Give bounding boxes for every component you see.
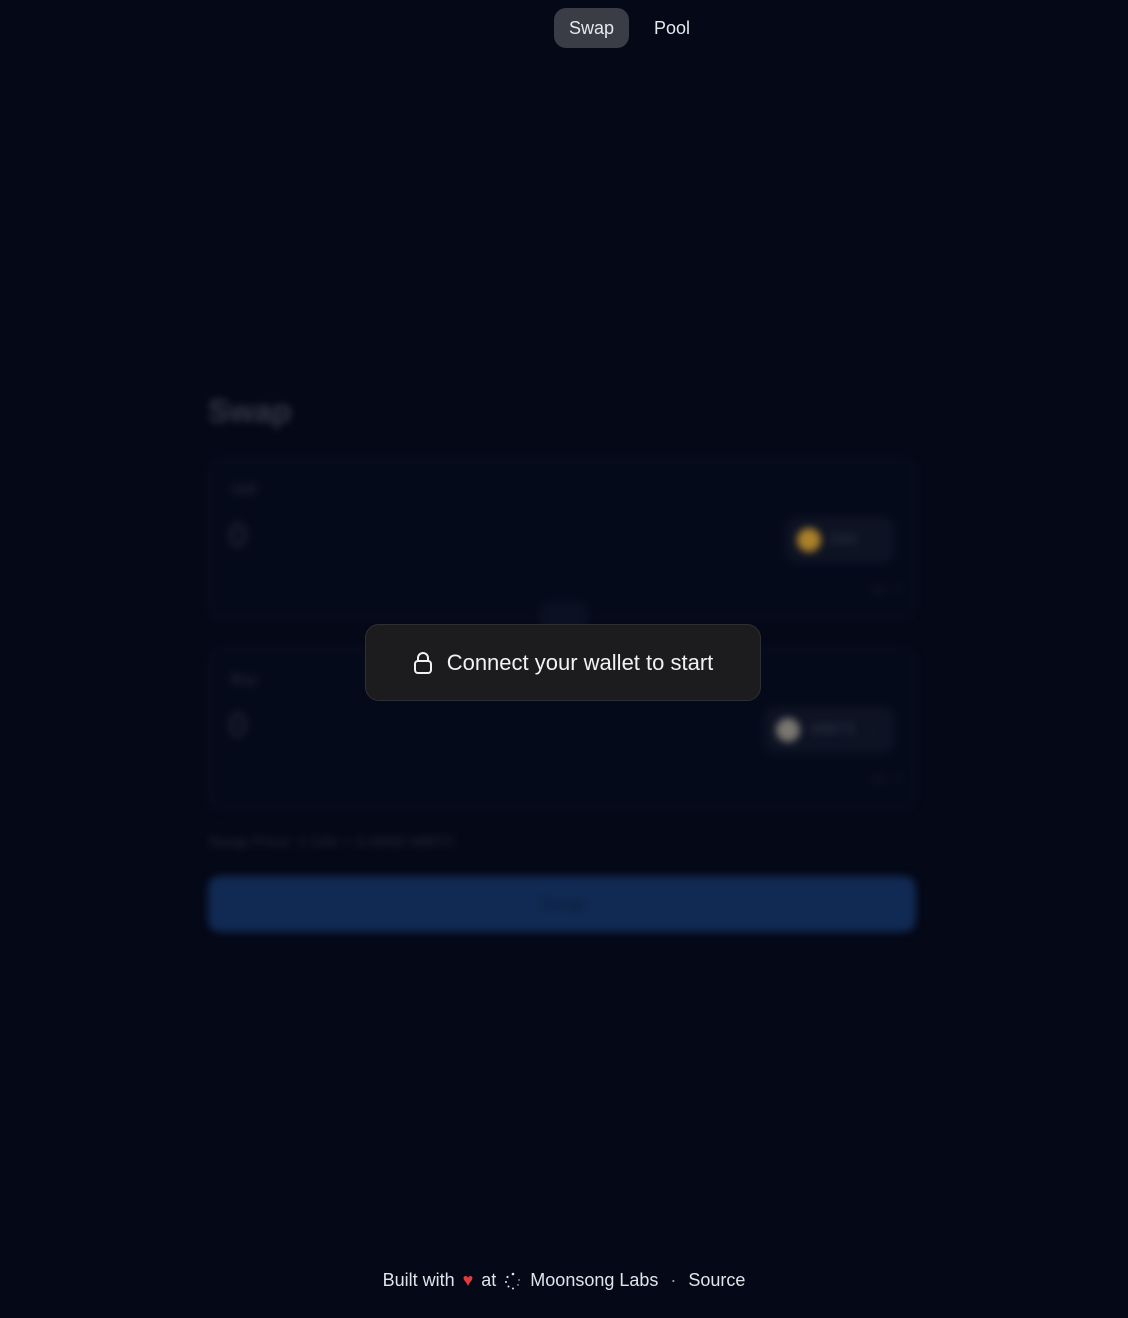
built-with-text: Built with <box>382 1270 455 1290</box>
buy-amount-input[interactable]: 0 <box>229 707 247 744</box>
buy-token-select[interactable]: WBTC ⌄ <box>764 707 895 753</box>
chevron-down-icon: ⌄ <box>867 721 879 738</box>
wbtc-token-icon <box>776 718 801 742</box>
footer: Built with ♥ at Moonsong Labs · Source <box>0 1270 1128 1291</box>
sell-amount-input[interactable]: 0 <box>229 517 247 554</box>
connect-wallet-message: Connect your wallet to start <box>446 649 714 675</box>
source-link[interactable]: Source <box>688 1270 745 1291</box>
sell-token-symbol: DAI <box>830 531 858 548</box>
info-icon: › <box>896 579 901 596</box>
dai-token-icon <box>796 528 821 552</box>
swap-price: Swap Price: 1 DAI = 0.0000 WBTC <box>208 834 457 851</box>
chevron-down-icon: ⌄ <box>867 531 879 548</box>
buy-token-symbol: WBTC <box>810 721 858 738</box>
swap-button[interactable]: Swap <box>208 876 916 932</box>
sell-balance: ▭ › <box>872 579 901 597</box>
heart-icon: ♥ <box>462 1270 474 1290</box>
lock-icon <box>413 651 432 674</box>
sell-label: Sell <box>231 481 257 498</box>
wallet-icon: ▭ <box>871 770 886 787</box>
swap-title: Swap <box>208 393 292 429</box>
separator: · <box>670 1270 677 1290</box>
moonsong-logo-icon <box>505 1272 520 1289</box>
buy-label: Buy <box>231 671 257 688</box>
sell-token-select[interactable]: DAI ⌄ <box>784 517 895 563</box>
wallet-icon: ▭ <box>871 580 886 597</box>
buy-balance: ▭ › <box>872 769 901 787</box>
info-icon: › <box>896 769 901 786</box>
sell-box: Sell 0 DAI ⌄ ▭ › <box>208 458 916 620</box>
moonsong-labs-link[interactable]: Moonsong Labs <box>530 1270 658 1291</box>
connect-wallet-overlay[interactable]: Connect your wallet to start <box>365 624 761 701</box>
at-text: at <box>481 1270 497 1290</box>
